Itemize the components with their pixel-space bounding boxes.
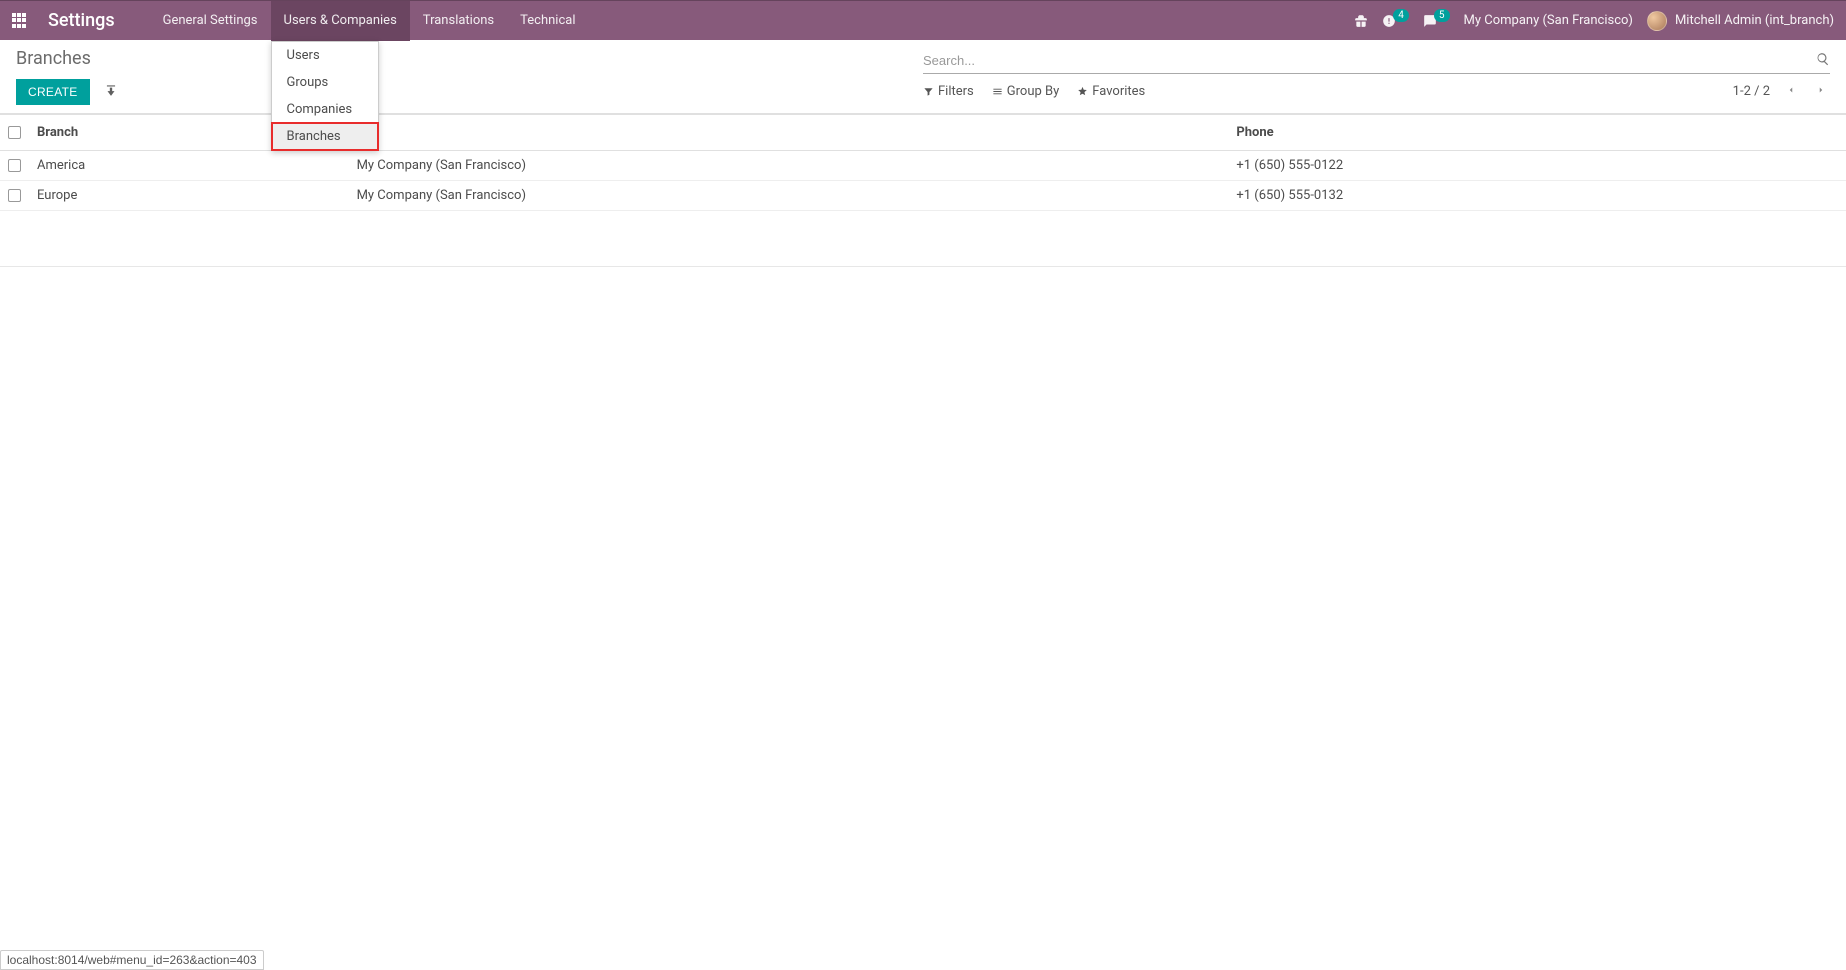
- checkbox-all[interactable]: [8, 126, 21, 139]
- table-row[interactable]: America My Company (San Francisco) +1 (6…: [0, 151, 1846, 181]
- column-header-phone[interactable]: Phone: [1228, 115, 1846, 151]
- company-switcher[interactable]: My Company (San Francisco): [1464, 13, 1633, 28]
- table-row[interactable]: Europe My Company (San Francisco) +1 (65…: [0, 181, 1846, 211]
- dropdown-item-companies[interactable]: Companies: [272, 96, 378, 123]
- nav-translations[interactable]: Translations: [410, 1, 507, 41]
- nav-users-companies[interactable]: Users & Companies Users Groups Companies…: [271, 1, 410, 41]
- favorites-button[interactable]: Favorites: [1077, 84, 1145, 99]
- main-nav: General Settings Users & Companies Users…: [150, 1, 589, 41]
- nav-technical[interactable]: Technical: [507, 1, 588, 41]
- search-input[interactable]: [923, 49, 1816, 72]
- spacer: [0, 211, 1846, 239]
- breadcrumb: Branches: [16, 48, 923, 69]
- users-companies-dropdown: Users Groups Companies Branches: [271, 41, 379, 151]
- cell-branch: Europe: [29, 181, 357, 211]
- nav-users-companies-label: Users & Companies: [284, 13, 397, 28]
- gift-icon[interactable]: [1354, 14, 1368, 28]
- cell-company: My Company (San Francisco): [357, 181, 1229, 211]
- dropdown-item-branches[interactable]: Branches: [272, 123, 378, 150]
- user-menu[interactable]: Mitchell Admin (int_branch): [1647, 11, 1834, 31]
- pager-next[interactable]: [1812, 84, 1830, 99]
- user-name: Mitchell Admin (int_branch): [1675, 13, 1834, 28]
- download-icon[interactable]: [104, 83, 118, 101]
- column-header-company: [357, 115, 1229, 151]
- divider: [0, 266, 1846, 267]
- search-bar: [923, 48, 1830, 74]
- search-toolbar: Filters Group By Favorites 1-2 / 2: [923, 78, 1830, 107]
- chat-icon[interactable]: 5: [1423, 14, 1450, 28]
- chat-badge: 5: [1434, 9, 1450, 22]
- cell-phone: +1 (650) 555-0132: [1228, 181, 1846, 211]
- group-by-button[interactable]: Group By: [992, 84, 1060, 99]
- app-title: Settings: [48, 10, 115, 31]
- dropdown-item-users[interactable]: Users: [272, 42, 378, 69]
- apps-icon[interactable]: [12, 13, 28, 29]
- pager-range: 1-2 / 2: [1733, 84, 1770, 99]
- pager: 1-2 / 2: [1733, 84, 1830, 99]
- favorites-label: Favorites: [1092, 84, 1145, 99]
- activity-badge: 4: [1393, 9, 1409, 22]
- top-right: 4 5 My Company (San Francisco) Mitchell …: [1354, 11, 1834, 31]
- checkbox-row[interactable]: [8, 159, 21, 172]
- cell-phone: +1 (650) 555-0122: [1228, 151, 1846, 181]
- dropdown-item-groups[interactable]: Groups: [272, 69, 378, 96]
- group-by-label: Group By: [1007, 84, 1060, 99]
- status-bar-url: localhost:8014/web#menu_id=263&action=40…: [0, 950, 264, 970]
- cell-branch: America: [29, 151, 357, 181]
- avatar: [1647, 11, 1667, 31]
- checkbox-row[interactable]: [8, 189, 21, 202]
- filters-label: Filters: [938, 84, 974, 99]
- cell-company: My Company (San Francisco): [357, 151, 1229, 181]
- filters-button[interactable]: Filters: [923, 84, 974, 99]
- nav-general-settings[interactable]: General Settings: [150, 1, 271, 41]
- top-navbar: Settings General Settings Users & Compan…: [0, 0, 1846, 40]
- pager-prev[interactable]: [1782, 84, 1800, 99]
- create-button[interactable]: CREATE: [16, 79, 90, 105]
- search-icon[interactable]: [1816, 52, 1830, 70]
- activity-icon[interactable]: 4: [1382, 14, 1409, 28]
